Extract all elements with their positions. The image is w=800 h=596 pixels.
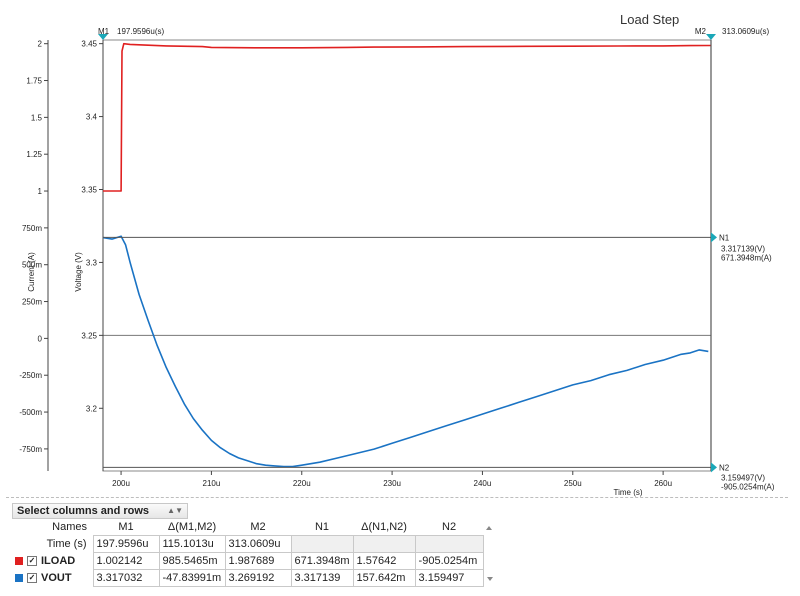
table-row-time: Time (s) 197.9596u 115.1013u 313.0609u <box>12 535 496 553</box>
iload-delta-m1-m2: 985.5465m <box>158 552 226 570</box>
y-tick-label-voltage: 3.35 <box>81 186 97 195</box>
x-tick-label: 260u <box>654 479 672 488</box>
marker-m2-label: M2 <box>695 27 707 36</box>
select-columns-rows-label: Select columns and rows <box>17 505 150 517</box>
marker-n2-label: N2 <box>719 463 730 472</box>
vout-n1: 3.317139 <box>290 569 354 587</box>
x-tick-label: 250u <box>564 479 582 488</box>
y-tick-label-voltage: 3.3 <box>86 258 98 267</box>
marker-n2-value-a: -905.0254m(A) <box>721 482 775 491</box>
vout-color-swatch <box>15 574 23 583</box>
header-m2: M2 <box>250 521 266 533</box>
marker-m1-label: M1 <box>98 27 110 36</box>
time-n2 <box>414 535 484 553</box>
y-tick-label-current: 1 <box>38 187 43 196</box>
x-tick-label: 240u <box>474 479 492 488</box>
vout-m1: 3.317032 <box>92 569 160 587</box>
scroll-down-icon <box>486 577 493 581</box>
y-tick-label-voltage: 3.25 <box>81 331 97 340</box>
scroll-up-cell[interactable] <box>483 519 496 536</box>
divider <box>6 497 788 498</box>
scroll-down-cell[interactable] <box>483 569 496 587</box>
time-delta-n1-n2 <box>352 535 416 553</box>
y-tick-label-voltage: 3.2 <box>86 404 98 413</box>
y-tick-label-current: 1.5 <box>31 113 43 122</box>
header-names: Names <box>52 521 87 534</box>
x-axis-label: Time (s) <box>613 488 642 497</box>
marker-n1-value-v: 3.317139(V) <box>721 244 765 253</box>
y-axis-label-current: Current (A) <box>27 252 36 292</box>
x-tick-label: 220u <box>293 479 311 488</box>
marker-m1-value: 197.9596u(s) <box>117 27 164 36</box>
time-n1 <box>290 535 354 553</box>
select-columns-rows-dropdown[interactable]: Select columns and rows ▲▼ <box>12 503 188 519</box>
x-tick-label: 230u <box>383 479 401 488</box>
time-delta-m1-m2: 115.1013u <box>158 535 226 553</box>
y-tick-label-current: -500m <box>19 408 42 417</box>
vout-delta-n1-n2: 157.642m <box>352 569 416 587</box>
y-tick-label-voltage: 3.45 <box>81 40 97 49</box>
y-tick-label-current: 750m <box>22 224 42 233</box>
header-n2: N2 <box>442 521 457 533</box>
vout-row-label: ✓ VOUT <box>12 570 93 587</box>
y-tick-label-current: -250m <box>19 371 42 380</box>
header-delta-n1-n2: Δ(N1,N2) <box>361 521 407 533</box>
iload-delta-n1-n2: 1.57642 <box>352 552 416 570</box>
table-row-iload: ✓ ILOAD 1.002142 985.5465m 1.987689 671.3… <box>12 552 496 570</box>
load-step-chart: Load Step 21.751.51.251750m500m250m0-250… <box>19 12 775 497</box>
iload-checkbox[interactable]: ✓ <box>27 556 37 567</box>
x-tick-label: 200u <box>112 479 130 488</box>
x-tick-label: 210u <box>203 479 221 488</box>
time-m2: 313.0609u <box>224 535 292 553</box>
vout-delta-m1-m2: -47.83991m <box>158 569 226 587</box>
iload-color-swatch <box>15 557 23 566</box>
marker-n1-label: N1 <box>719 233 730 242</box>
updown-arrow-icon: ▲▼ <box>167 506 183 515</box>
marker-n1-value-a: 671.3948m(A) <box>721 253 772 262</box>
time-m1: 197.9596u <box>92 535 160 553</box>
iload-name: ILOAD <box>41 555 76 567</box>
vout-name: VOUT <box>41 572 72 584</box>
measurement-table: Names M1 Δ(M1,M2) M2 N1 Δ(N1,N2) N2 Time… <box>12 519 496 587</box>
vout-m2: 3.269192 <box>224 569 292 587</box>
marker-n1-icon <box>711 232 717 243</box>
chart-title: Load Step <box>620 12 679 27</box>
time-row-label: Time (s) <box>46 538 87 550</box>
plot-area <box>102 39 712 472</box>
y-tick-label-current: 1.75 <box>26 77 42 86</box>
header-n1: N1 <box>314 521 330 533</box>
y-tick-label-current: 1.25 <box>26 150 42 159</box>
header-m1: M1 <box>118 521 134 533</box>
marker-m2-value: 313.0609u(s) <box>722 27 769 36</box>
vout-checkbox[interactable]: ✓ <box>27 573 37 584</box>
y-tick-label-current: 2 <box>38 40 43 49</box>
marker-n2-value-v: 3.159497(V) <box>721 473 765 482</box>
marker-m2-icon <box>706 34 716 40</box>
y-tick-label-current: 250m <box>22 298 42 307</box>
table-header-row: Names M1 Δ(M1,M2) M2 N1 Δ(N1,N2) N2 <box>12 519 496 536</box>
header-delta-m1-m2: Δ(M1,M2) <box>167 521 217 533</box>
y-tick-label-current: -750m <box>19 445 42 454</box>
marker-n2-icon <box>711 462 717 473</box>
iload-n2: -905.0254m <box>414 552 484 570</box>
iload-n1: 671.3948m <box>290 552 354 570</box>
y-axis-label-voltage: Voltage (V) <box>74 252 83 292</box>
y-tick-label-current: 0 <box>38 334 43 343</box>
iload-m2: 1.987689 <box>224 552 292 570</box>
scroll-up-icon <box>486 526 493 531</box>
table-row-vout: ✓ VOUT 3.317032 -47.83991m 3.269192 3.317… <box>12 569 496 587</box>
vout-n2: 3.159497 <box>414 569 484 587</box>
iload-m1: 1.002142 <box>92 552 160 570</box>
iload-row-label: ✓ ILOAD <box>12 553 93 570</box>
y-tick-label-voltage: 3.4 <box>86 113 98 122</box>
